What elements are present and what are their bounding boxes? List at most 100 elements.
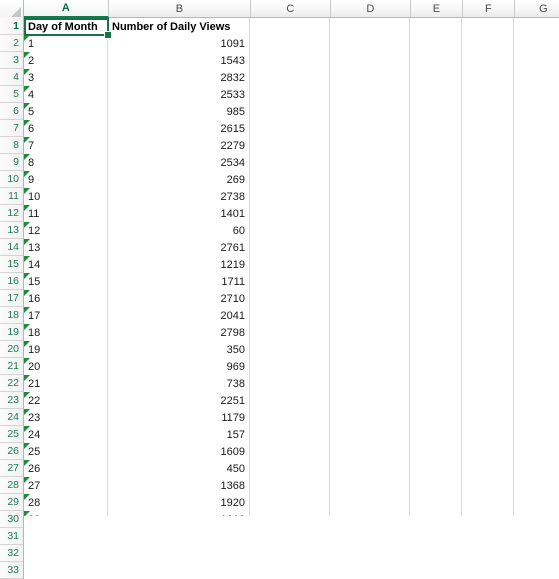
cell[interactable] (514, 409, 559, 426)
table-row[interactable]: 21 738 (24, 375, 559, 392)
cell[interactable]: 14 (24, 256, 108, 273)
row-header-33[interactable]: 33 (0, 562, 23, 579)
cell[interactable] (330, 69, 410, 86)
cell[interactable]: 2798 (108, 324, 250, 341)
cell[interactable] (410, 222, 462, 239)
cell[interactable] (462, 18, 514, 35)
cell[interactable] (330, 222, 410, 239)
cell[interactable] (330, 273, 410, 290)
cell[interactable] (410, 460, 462, 477)
cell[interactable] (330, 477, 410, 494)
cell[interactable] (410, 188, 462, 205)
cell[interactable] (514, 426, 559, 443)
cell[interactable] (462, 120, 514, 137)
cell[interactable]: 1543 (108, 52, 250, 69)
row-header-30[interactable]: 30 (0, 511, 23, 528)
cell[interactable]: 13 (24, 239, 108, 256)
cell[interactable] (462, 341, 514, 358)
row-header-12[interactable]: 12 (0, 205, 23, 222)
cell[interactable] (410, 443, 462, 460)
table-row[interactable]: 13 2761 (24, 239, 559, 256)
cell[interactable] (514, 443, 559, 460)
cell[interactable] (250, 477, 330, 494)
cell[interactable] (250, 256, 330, 273)
table-row[interactable]: 291613 (24, 511, 559, 516)
cell[interactable]: 19 (24, 341, 108, 358)
row-header-6[interactable]: 6 (0, 103, 23, 120)
cell[interactable] (410, 392, 462, 409)
table-row[interactable]: 9 269 (24, 171, 559, 188)
cell[interactable]: 5 (24, 103, 108, 120)
cell[interactable]: 450 (108, 460, 250, 477)
cell[interactable]: 2615 (108, 120, 250, 137)
row-header-24[interactable]: 24 (0, 409, 23, 426)
cell[interactable] (462, 171, 514, 188)
row-header-20[interactable]: 20 (0, 341, 23, 358)
cell[interactable]: 21 (24, 375, 108, 392)
cell[interactable] (410, 137, 462, 154)
column-header-e[interactable]: E (411, 0, 463, 18)
cell[interactable] (330, 188, 410, 205)
cell[interactable] (462, 307, 514, 324)
row-header-9[interactable]: 9 (0, 154, 23, 171)
cell[interactable] (410, 256, 462, 273)
cell[interactable] (330, 103, 410, 120)
cell[interactable]: 26 (24, 460, 108, 477)
column-header-g[interactable]: G (515, 0, 559, 18)
table-row[interactable]: 25 1609 (24, 443, 559, 460)
fill-handle[interactable] (104, 31, 112, 39)
cell[interactable] (250, 426, 330, 443)
cell[interactable]: 2761 (108, 239, 250, 256)
cell[interactable] (410, 324, 462, 341)
row-header-11[interactable]: 11 (0, 188, 23, 205)
select-all-corner[interactable] (0, 0, 24, 18)
row-header-5[interactable]: 5 (0, 86, 23, 103)
row-header-19[interactable]: 19 (0, 324, 23, 341)
cell[interactable] (462, 494, 514, 511)
table-row[interactable]: 14 1219 (24, 256, 559, 273)
cell[interactable]: 11 (24, 205, 108, 222)
cell[interactable] (410, 358, 462, 375)
row-header-3[interactable]: 3 (0, 52, 23, 69)
cell[interactable] (462, 443, 514, 460)
cell[interactable] (514, 375, 559, 392)
cell[interactable] (330, 154, 410, 171)
table-row[interactable]: 3 2832 (24, 69, 559, 86)
table-row[interactable]: 23 1179 (24, 409, 559, 426)
cell[interactable] (462, 86, 514, 103)
cell[interactable] (330, 375, 410, 392)
cell[interactable]: 25 (24, 443, 108, 460)
table-row[interactable]: 15 1711 (24, 273, 559, 290)
cell[interactable]: 1401 (108, 205, 250, 222)
table-row[interactable]: 24 157 (24, 426, 559, 443)
cell[interactable] (410, 52, 462, 69)
row-header-2[interactable]: 2 (0, 35, 23, 52)
cell[interactable] (250, 205, 330, 222)
table-row[interactable]: 10 2738 (24, 188, 559, 205)
row-header-27[interactable]: 27 (0, 460, 23, 477)
row-header-13[interactable]: 13 (0, 222, 23, 239)
cell[interactable]: 2251 (108, 392, 250, 409)
cell[interactable] (514, 69, 559, 86)
cell[interactable] (514, 171, 559, 188)
cell[interactable] (410, 341, 462, 358)
cell[interactable] (250, 52, 330, 69)
cell[interactable] (410, 69, 462, 86)
table-row[interactable]: 28 1920 (24, 494, 559, 511)
cell[interactable]: 738 (108, 375, 250, 392)
table-row[interactable]: 19 350 (24, 341, 559, 358)
cell[interactable]: 17 (24, 307, 108, 324)
cell[interactable] (514, 188, 559, 205)
cell[interactable]: 20 (24, 358, 108, 375)
cell[interactable] (462, 511, 514, 516)
cell[interactable] (250, 324, 330, 341)
table-row[interactable]: 18 2798 (24, 324, 559, 341)
cell[interactable] (330, 307, 410, 324)
cell[interactable] (462, 426, 514, 443)
table-row[interactable]: 17 2041 (24, 307, 559, 324)
cell[interactable] (514, 256, 559, 273)
cell[interactable] (250, 222, 330, 239)
cell[interactable] (250, 494, 330, 511)
row-header-4[interactable]: 4 (0, 69, 23, 86)
cell[interactable]: 28 (24, 494, 108, 511)
